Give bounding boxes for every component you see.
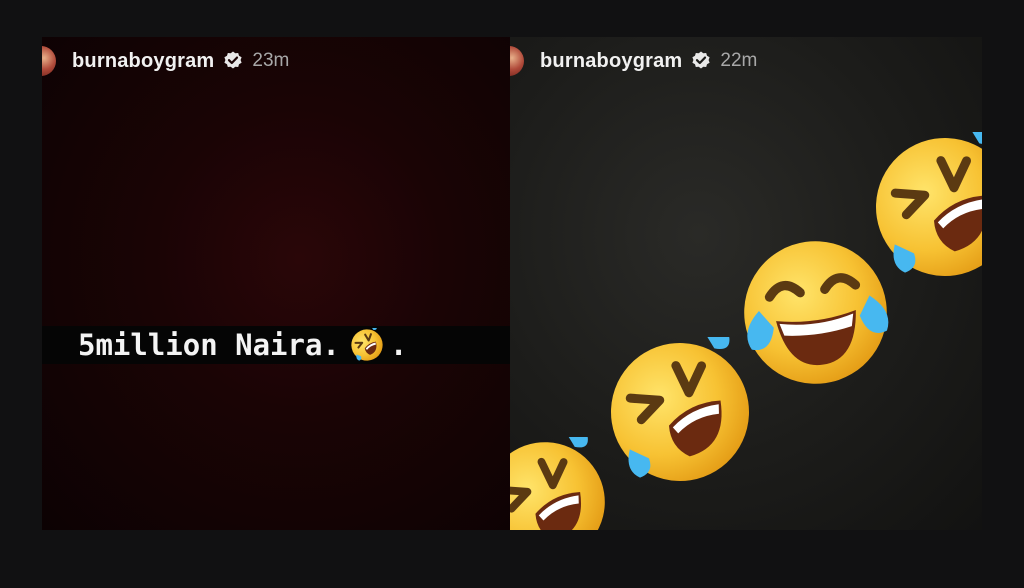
verified-badge-icon: [691, 51, 711, 71]
rolling-on-floor-laughing-emoji[interactable]: [510, 437, 610, 530]
timestamp: 22m: [720, 50, 758, 71]
username[interactable]: burnaboygram: [72, 50, 214, 73]
verified-badge-icon: [223, 51, 243, 71]
story-header: burnaboygram 23m: [42, 43, 510, 79]
rolling-on-floor-laughing-emoji[interactable]: [605, 337, 755, 487]
caption-suffix: .: [389, 328, 408, 362]
caption-bar: 5million Naira. .: [42, 326, 510, 364]
username[interactable]: burnaboygram: [540, 50, 682, 73]
avatar[interactable]: [510, 46, 524, 76]
story-header: burnaboygram 22m: [510, 43, 982, 79]
avatar[interactable]: [42, 46, 56, 76]
rolling-on-floor-laughing-emoji[interactable]: [870, 132, 982, 282]
caption-text: 5million Naira.: [78, 328, 340, 362]
rolling-on-floor-laughing-emoji: [349, 328, 384, 362]
story-panel-left[interactable]: burnaboygram 23m 5million Naira. .: [42, 37, 510, 530]
timestamp: 23m: [252, 50, 290, 71]
story-panel-right[interactable]: burnaboygram 22m: [510, 37, 982, 530]
